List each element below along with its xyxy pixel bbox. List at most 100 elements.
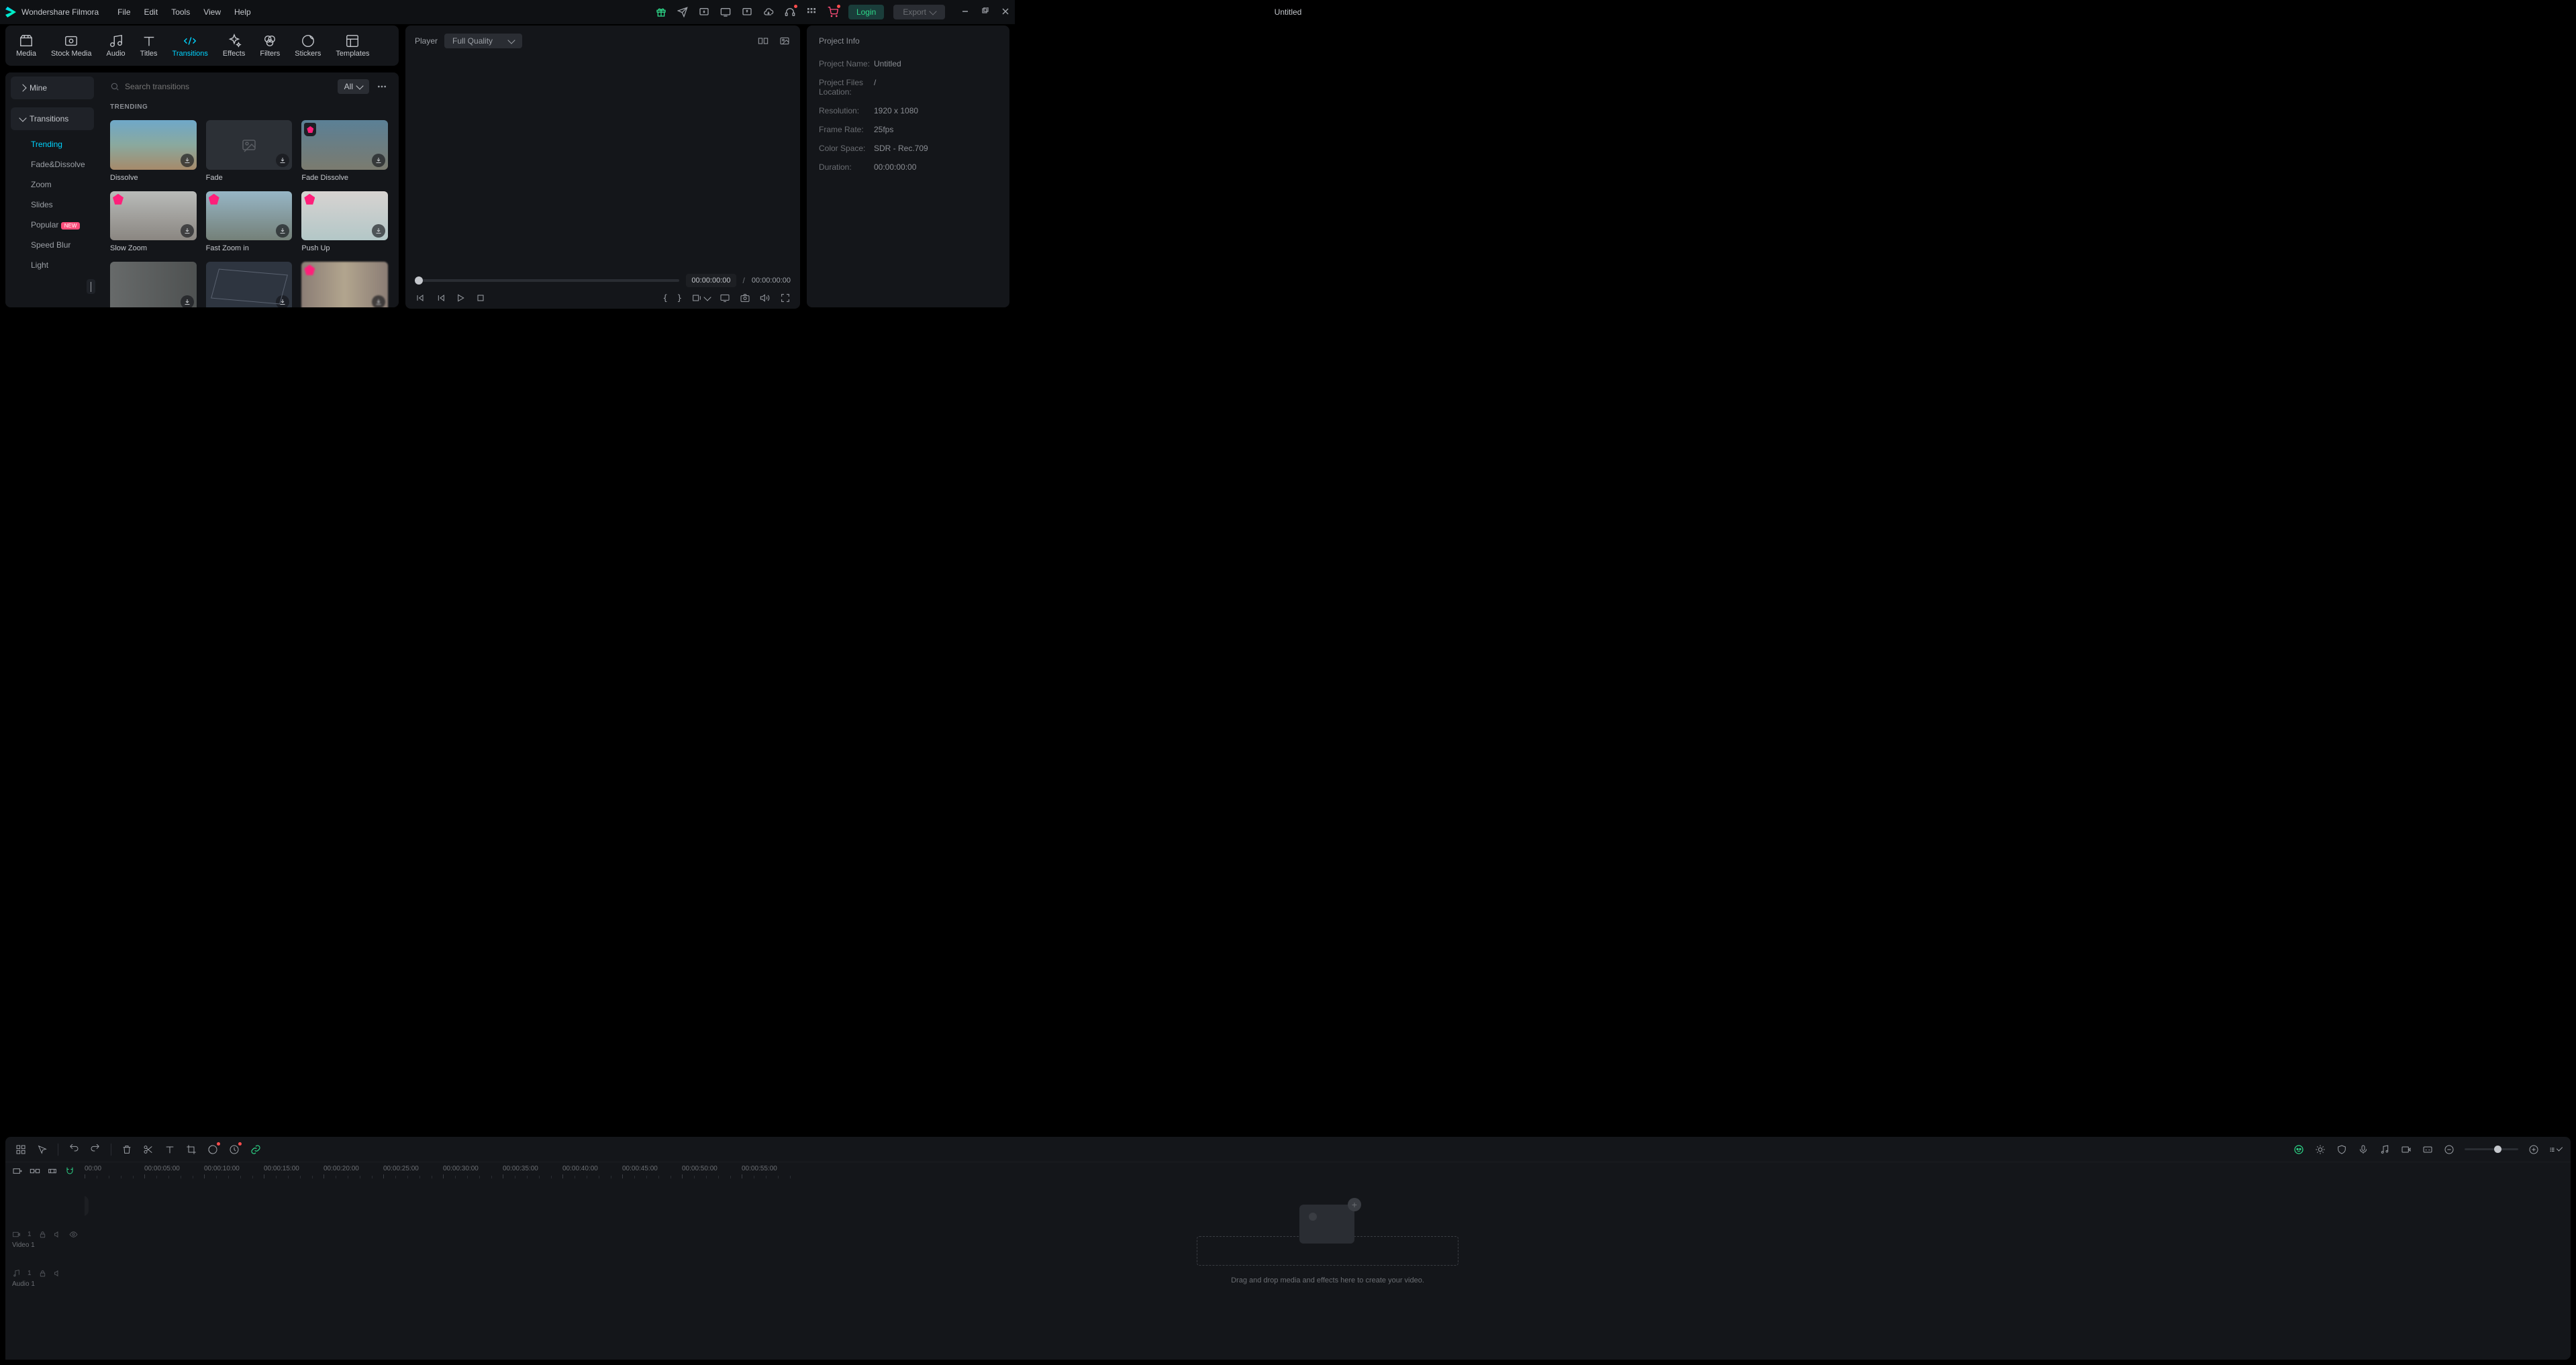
undo-button[interactable] xyxy=(68,1144,80,1156)
timeline-ruler[interactable]: 00:0000:00:05:0000:00:10:0000:00:15:0000… xyxy=(85,1162,2571,1189)
sidebar-sub-slides[interactable]: Slides xyxy=(5,195,99,215)
caption-tool-icon[interactable] xyxy=(2422,1144,2434,1156)
menu-file[interactable]: File xyxy=(117,7,130,17)
link-tool-icon[interactable] xyxy=(250,1144,262,1156)
sidebar-transitions[interactable]: Transitions xyxy=(11,107,94,130)
mark-out-button[interactable]: } xyxy=(677,293,682,303)
filter-dropdown[interactable]: All xyxy=(338,79,369,94)
mic-tool-icon[interactable] xyxy=(2357,1144,2369,1156)
snapshot-button[interactable] xyxy=(740,293,750,303)
eye-icon[interactable] xyxy=(69,1230,78,1239)
more-options-icon[interactable] xyxy=(376,81,388,93)
sidebar-mine[interactable]: Mine xyxy=(11,77,94,99)
tab-audio[interactable]: Audio xyxy=(103,31,130,60)
color-tool-icon[interactable] xyxy=(207,1144,219,1156)
sidebar-sub-trending[interactable]: Trending xyxy=(5,134,99,154)
delete-button[interactable] xyxy=(121,1144,133,1156)
player-canvas[interactable] xyxy=(405,56,800,274)
screen-record-icon[interactable] xyxy=(720,6,732,18)
volume-button[interactable] xyxy=(760,293,771,303)
menu-view[interactable]: View xyxy=(203,7,221,17)
text-tool-icon[interactable] xyxy=(164,1144,176,1156)
enhance-tool-icon[interactable] xyxy=(2314,1144,2326,1156)
tab-templates[interactable]: Templates xyxy=(332,31,373,60)
download-media-icon[interactable] xyxy=(698,6,710,18)
transition-card[interactable]: Push Up xyxy=(301,191,388,253)
adjust-track-icon[interactable] xyxy=(47,1166,58,1176)
scrub-bar[interactable] xyxy=(415,279,679,282)
send-icon[interactable] xyxy=(677,6,689,18)
split-button[interactable] xyxy=(142,1144,154,1156)
sidebar-collapse-button[interactable] xyxy=(87,279,95,294)
transition-card[interactable]: Page Curl xyxy=(206,262,293,307)
sidebar-sub-light[interactable]: Light xyxy=(5,255,99,275)
audio-tool-icon[interactable] xyxy=(2379,1144,2391,1156)
transition-card[interactable]: Fast Zoom in xyxy=(206,191,293,253)
login-button[interactable]: Login xyxy=(848,5,884,19)
cart-icon[interactable] xyxy=(827,6,839,18)
crop-tool-icon[interactable] xyxy=(185,1144,197,1156)
single-view-icon[interactable] xyxy=(779,35,791,47)
tab-media[interactable]: Media xyxy=(12,31,40,60)
step-back-button[interactable] xyxy=(435,293,446,303)
transitions-grid[interactable]: DissolveFadeFade DissolveSlow ZoomFast Z… xyxy=(99,113,399,307)
sidebar-sub-popular[interactable]: Popular NEW xyxy=(5,215,99,235)
download-icon[interactable] xyxy=(276,295,289,307)
redo-button[interactable] xyxy=(89,1144,101,1156)
fullscreen-button[interactable] xyxy=(780,293,791,303)
menu-help[interactable]: Help xyxy=(234,7,251,17)
compare-view-icon[interactable] xyxy=(757,35,769,47)
tab-stock[interactable]: Stock Media xyxy=(47,31,96,60)
minimize-button[interactable] xyxy=(961,7,969,17)
timeline-options-icon[interactable] xyxy=(2549,1144,2561,1156)
zoom-in-button[interactable] xyxy=(2528,1144,2540,1156)
transition-card[interactable]: Fast Wipe Left xyxy=(301,262,388,307)
magnet-track-icon[interactable] xyxy=(64,1166,75,1176)
audio-track-header[interactable]: 1 Audio 1 xyxy=(5,1259,85,1298)
video-track-header[interactable]: 1 Video 1 xyxy=(5,1220,85,1259)
tab-effects[interactable]: Effects xyxy=(219,31,249,60)
prev-frame-button[interactable] xyxy=(415,293,426,303)
link-track-icon[interactable] xyxy=(30,1166,40,1176)
mark-in-button[interactable]: { xyxy=(663,293,668,303)
sidebar-sub-speedblur[interactable]: Speed Blur xyxy=(5,235,99,255)
zoom-thumb[interactable] xyxy=(2494,1146,2501,1153)
menu-edit[interactable]: Edit xyxy=(144,7,158,17)
download-icon[interactable] xyxy=(276,224,289,238)
download-icon[interactable] xyxy=(372,295,385,307)
mute-icon[interactable] xyxy=(54,1269,62,1278)
maximize-button[interactable] xyxy=(981,7,989,17)
timeline-main[interactable]: 00:0000:00:05:0000:00:10:0000:00:15:0000… xyxy=(85,1162,2571,1360)
export-button[interactable]: Export xyxy=(893,5,945,19)
close-button[interactable] xyxy=(1001,7,1009,17)
shield-tool-icon[interactable] xyxy=(2336,1144,2348,1156)
stop-button[interactable] xyxy=(475,293,486,303)
headset-icon[interactable] xyxy=(784,6,796,18)
transition-card[interactable]: Dissolve xyxy=(110,120,197,182)
timeline-tab-notch[interactable] xyxy=(85,1196,89,1216)
timeline-drop-zone[interactable]: Drag and drop media and effects here to … xyxy=(165,1236,2490,1284)
transition-card[interactable]: Fade xyxy=(206,120,293,182)
mute-icon[interactable] xyxy=(54,1230,62,1239)
ai-tool-icon[interactable] xyxy=(2293,1144,2305,1156)
menu-tools[interactable]: Tools xyxy=(171,7,190,17)
speed-tool-icon[interactable] xyxy=(228,1144,240,1156)
tab-titles[interactable]: Titles xyxy=(136,31,162,60)
zoom-slider[interactable] xyxy=(2465,1148,2518,1150)
quality-dropdown[interactable]: Full Quality xyxy=(444,34,522,48)
download-icon[interactable] xyxy=(372,224,385,238)
download-icon[interactable] xyxy=(276,154,289,167)
tab-filters[interactable]: Filters xyxy=(256,31,284,60)
cloud-icon[interactable] xyxy=(762,6,775,18)
selection-tool-icon[interactable] xyxy=(15,1144,27,1156)
sidebar-sub-zoom[interactable]: Zoom xyxy=(5,174,99,195)
add-track-icon[interactable] xyxy=(12,1166,23,1176)
sidebar-sub-fade[interactable]: Fade&Dissolve xyxy=(5,154,99,174)
tab-transitions[interactable]: Transitions xyxy=(168,31,212,60)
download-icon[interactable] xyxy=(372,154,385,167)
download-icon[interactable] xyxy=(181,154,194,167)
search-input[interactable] xyxy=(125,82,331,91)
gift-icon[interactable] xyxy=(655,6,667,18)
download-icon[interactable] xyxy=(181,295,194,307)
transition-card[interactable]: Slow Zoom xyxy=(110,191,197,253)
